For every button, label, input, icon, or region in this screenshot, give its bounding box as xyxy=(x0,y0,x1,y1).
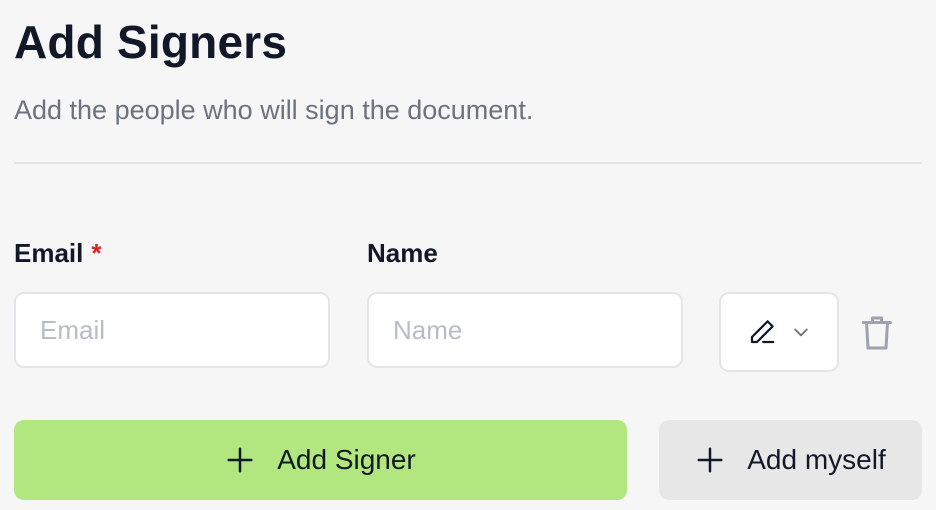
email-input[interactable] xyxy=(14,292,330,368)
add-myself-label: Add myself xyxy=(747,444,886,475)
email-label: Email xyxy=(14,238,84,268)
divider xyxy=(14,162,922,164)
plus-icon xyxy=(695,445,725,475)
add-signer-label: Add Signer xyxy=(277,444,416,475)
add-myself-button[interactable]: Add myself xyxy=(659,420,922,500)
name-input[interactable] xyxy=(367,292,683,368)
name-label: Name xyxy=(367,238,438,268)
page-title: Add Signers xyxy=(14,16,288,68)
required-marker: * xyxy=(91,238,102,268)
page-subtitle: Add the people who will sign the documen… xyxy=(14,95,534,125)
email-label-group: Email * xyxy=(14,236,102,270)
trash-icon xyxy=(859,313,895,353)
add-signer-button[interactable]: Add Signer xyxy=(14,420,627,500)
signer-role-select[interactable] xyxy=(719,292,839,372)
delete-signer-button[interactable] xyxy=(858,312,896,354)
pen-icon xyxy=(747,317,777,347)
plus-icon xyxy=(225,445,255,475)
chevron-down-icon xyxy=(791,322,811,342)
